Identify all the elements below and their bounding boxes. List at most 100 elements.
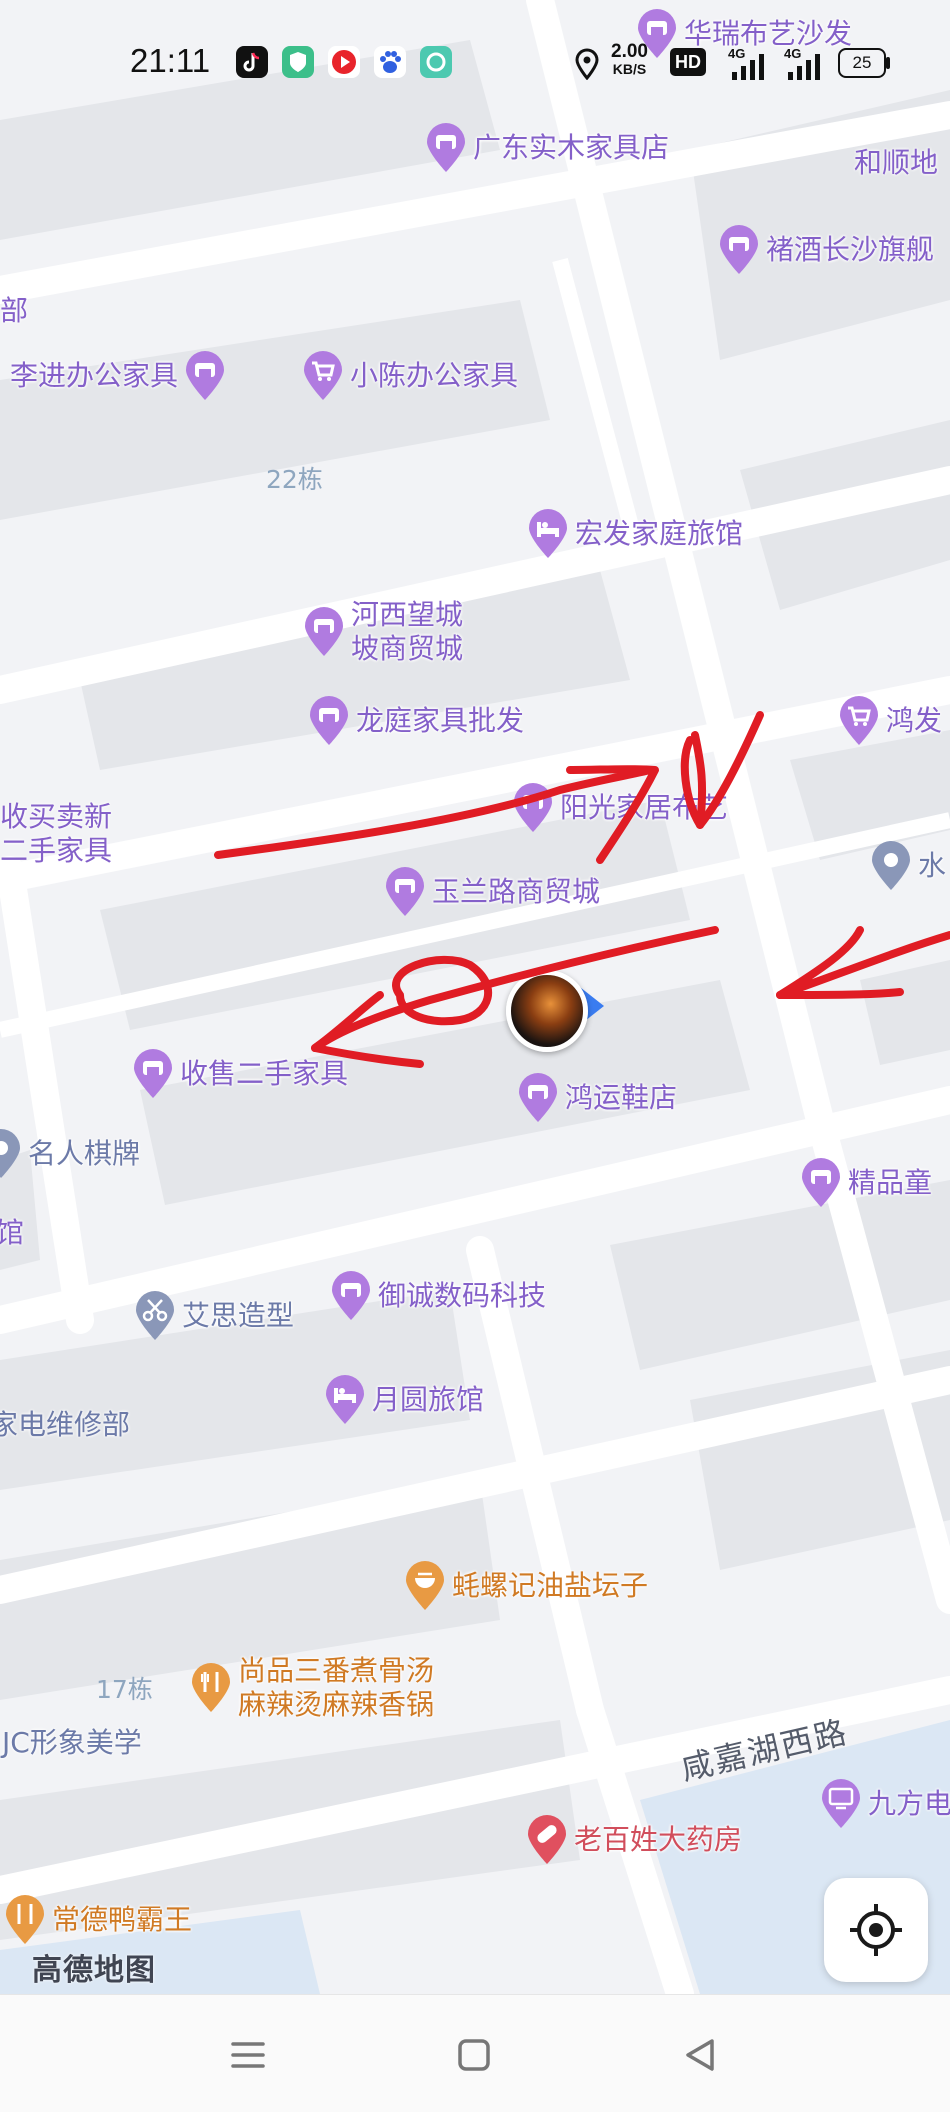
tiktok-icon [236, 46, 268, 78]
pharmacy-icon [526, 1814, 568, 1866]
shop-icon [132, 1048, 174, 1100]
home-button[interactable] [444, 2025, 504, 2085]
poi-label: 常德鸭霸王 [52, 1903, 193, 1936]
poi-label[interactable]: JC形象美学 [2, 1726, 142, 1760]
shop-icon [517, 1072, 559, 1124]
cart-icon [302, 350, 344, 402]
shop-icon [718, 224, 760, 276]
poi-label: 鸿运鞋店 [565, 1081, 678, 1114]
menu-button[interactable] [218, 2025, 278, 2085]
hd-badge: HD [670, 48, 706, 76]
poi-marker[interactable]: 水 [870, 840, 946, 892]
poi-label: 蚝螺记油盐坛子 [452, 1569, 649, 1602]
poi-marker[interactable]: 名人棋牌 [0, 1128, 140, 1180]
chat-app-icon [420, 46, 452, 78]
location-status-icon [574, 48, 600, 85]
poi-label-line: 尚品三番煮骨汤 [238, 1654, 435, 1687]
poi-label-line: 坡商贸城 [351, 632, 464, 665]
poi-label: 鸿发 [886, 704, 943, 737]
poi-marker[interactable]: 鸿发 [838, 695, 942, 747]
user-location-avatar[interactable] [506, 970, 588, 1052]
poi-marker[interactable]: 龙庭家具批发 [308, 695, 524, 747]
system-nav-bar [0, 1994, 950, 2112]
shop-icon [800, 1157, 842, 1209]
poi-marker[interactable]: 蚝螺记油盐坛子 [404, 1560, 648, 1612]
cart-icon [838, 695, 880, 747]
shop-icon [384, 866, 426, 918]
poi-marker[interactable]: 月圆旅馆 [324, 1374, 484, 1426]
poi-marker[interactable]: 艾思造型 [134, 1290, 294, 1342]
poi-label: 李进办公家具 [10, 359, 179, 392]
signal-bars-icon [730, 52, 770, 87]
shield-app-icon [282, 46, 314, 78]
poi-marker[interactable]: 玉兰路商贸城 [384, 866, 600, 918]
poi-label: 月圆旅馆 [372, 1383, 485, 1416]
poi-marker[interactable]: 常德鸭霸王 [4, 1894, 192, 1946]
status-bar: 21:11 2.00 KB/S HD 4G 4G 25 [0, 0, 950, 130]
poi-marker[interactable]: 小陈办公家具 [302, 350, 518, 402]
locate-me-button[interactable] [824, 1878, 928, 1982]
poi-label[interactable]: 家电维修部 [0, 1408, 130, 1442]
shop-icon [303, 606, 345, 658]
poi-marker[interactable]: 尚品三番煮骨汤 麻辣烫麻辣香锅 [190, 1654, 434, 1722]
poi-marker[interactable]: 精品童 [800, 1157, 932, 1209]
net-speed-value: 2.00 [611, 41, 648, 62]
poi-marker[interactable]: 收售二手家具 [132, 1048, 348, 1100]
poi-marker[interactable]: 阳光家居布艺 [512, 782, 728, 834]
poi-label[interactable]: 馆 [0, 1216, 24, 1250]
back-button[interactable] [670, 2025, 730, 2085]
poi-label: 河西望城 坡商贸城 [351, 598, 463, 666]
battery-tip [886, 57, 890, 69]
shop-icon [330, 1270, 372, 1322]
map-brand-logo: 高德地图 [32, 1953, 156, 1988]
poi-label[interactable]: 部 [0, 294, 28, 328]
poi-label: 宏发家庭旅馆 [575, 517, 744, 550]
hotel-icon [324, 1374, 366, 1426]
poi-marker[interactable]: 御诚数码科技 [330, 1270, 546, 1322]
net-speed-unit: KB/S [612, 61, 647, 77]
location-icon [870, 840, 912, 892]
location-icon [0, 1128, 22, 1180]
poi-label: 名人棋牌 [28, 1137, 141, 1170]
poi-label: 水 [918, 849, 947, 882]
status-time: 21:11 [130, 42, 211, 79]
shop-icon [184, 350, 226, 402]
poi-label-line: 二手家具 [0, 834, 113, 867]
poi-marker[interactable]: 河西望城 坡商贸城 [303, 598, 463, 666]
poi-label: 九方电 [868, 1787, 950, 1820]
poi-marker[interactable]: 李进办公家具 [10, 350, 226, 402]
map-canvas[interactable]: 22栋 17栋 咸嘉湖西路 华瑞布艺沙发 广东实木家具店 和顺地 褚酒长沙旗舰 … [0, 0, 950, 1994]
poi-marker[interactable]: 九方电 [820, 1778, 950, 1830]
poi-marker[interactable]: 褚酒长沙旗舰 [718, 224, 934, 276]
poi-label: 御诚数码科技 [378, 1279, 547, 1312]
food-icon [4, 1894, 46, 1946]
baidu-paw-icon [374, 46, 406, 78]
poi-label: 艾思造型 [182, 1299, 295, 1332]
poi-label: 尚品三番煮骨汤 麻辣烫麻辣香锅 [238, 1654, 434, 1722]
menu-icon [231, 2042, 265, 2068]
food-icon [404, 1560, 446, 1612]
building-label: 17栋 [96, 1675, 153, 1704]
shop-icon [512, 782, 554, 834]
hotel-icon [527, 508, 569, 560]
poi-marker[interactable]: 鸿运鞋店 [517, 1072, 677, 1124]
poi-label: 龙庭家具批发 [356, 704, 525, 737]
scissors-icon [134, 1290, 176, 1342]
poi-label: 小陈办公家具 [350, 359, 519, 392]
shop-icon [308, 695, 350, 747]
poi-label-line: 麻辣烫麻辣香锅 [238, 1688, 435, 1721]
poi-marker[interactable]: 老百姓大药房 [526, 1814, 742, 1866]
poi-marker[interactable]: 宏发家庭旅馆 [527, 508, 743, 560]
poi-label[interactable]: 和顺地 [854, 146, 938, 180]
home-square-icon [458, 2039, 490, 2071]
poi-label-line: 收买卖新 [0, 800, 113, 833]
building-label: 22栋 [266, 465, 323, 494]
poi-label[interactable]: 收买卖新 二手家具 [0, 800, 112, 868]
poi-label: 收售二手家具 [180, 1057, 349, 1090]
poi-label: 褚酒长沙旗舰 [766, 233, 935, 266]
back-triangle-icon [686, 2039, 714, 2071]
net-speed: 2.00 KB/S [611, 42, 648, 77]
poi-label: 阳光家居布艺 [560, 791, 729, 824]
food-icon [190, 1662, 232, 1714]
poi-label-line: 河西望城 [351, 598, 464, 631]
